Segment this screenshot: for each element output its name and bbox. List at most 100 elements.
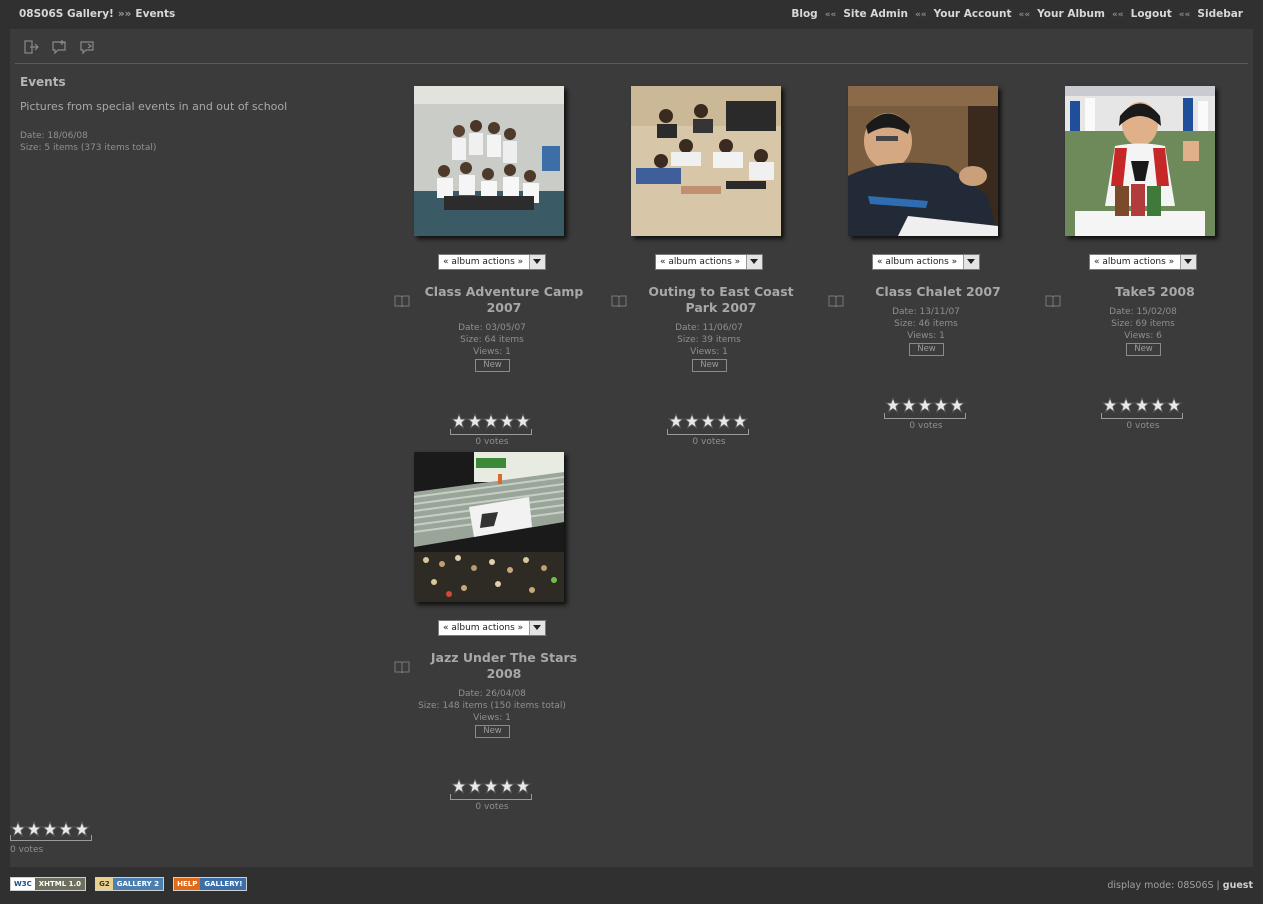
star-icon[interactable] bbox=[1166, 397, 1182, 413]
rating-stars[interactable] bbox=[885, 397, 965, 413]
album-item-title[interactable]: Class Chalet 2007 bbox=[848, 284, 1028, 300]
chevron-down-icon bbox=[529, 255, 545, 269]
star-icon[interactable] bbox=[901, 397, 917, 413]
nav-blog-link[interactable]: Blog bbox=[791, 8, 817, 20]
help-gallery-badge[interactable]: HELP GALLERY! bbox=[173, 877, 248, 891]
nav-site-admin-link[interactable]: Site Admin bbox=[843, 8, 908, 20]
nav-sidebar-link[interactable]: Sidebar bbox=[1197, 8, 1243, 20]
gallery2-badge[interactable]: G2 GALLERY 2 bbox=[95, 877, 164, 891]
nav-logout-link[interactable]: Logout bbox=[1131, 8, 1172, 20]
rating-stars[interactable] bbox=[451, 778, 531, 794]
album-item-views: Views: 1 bbox=[690, 347, 728, 357]
star-icon[interactable] bbox=[885, 397, 901, 413]
star-icon[interactable] bbox=[451, 413, 467, 429]
album-item-views: Views: 6 bbox=[1124, 331, 1162, 341]
star-icon[interactable] bbox=[467, 778, 483, 794]
nav-your-account-link[interactable]: Your Account bbox=[934, 8, 1012, 20]
exit-icon[interactable] bbox=[24, 39, 40, 59]
star-icon[interactable] bbox=[1118, 397, 1134, 413]
album-book-icon bbox=[394, 658, 410, 677]
display-mode: display mode: 08S06S | guest bbox=[1107, 880, 1253, 891]
star-icon[interactable] bbox=[1134, 397, 1150, 413]
star-icon[interactable] bbox=[732, 413, 748, 429]
rating-stars[interactable] bbox=[451, 413, 531, 429]
album-item-views: Views: 1 bbox=[473, 713, 511, 723]
album-actions-select[interactable]: « album actions » bbox=[438, 620, 546, 636]
album-item-votes: 0 votes bbox=[692, 437, 726, 447]
main-panel: Events Pictures from special events in a… bbox=[10, 29, 1253, 867]
album-actions-select[interactable]: « album actions » bbox=[655, 254, 763, 270]
star-icon[interactable] bbox=[917, 397, 933, 413]
breadcrumb-home-link[interactable]: 08S06S Gallery! bbox=[19, 8, 114, 20]
star-icon[interactable] bbox=[499, 778, 515, 794]
album-thumbnail[interactable] bbox=[848, 86, 998, 236]
star-icon[interactable] bbox=[668, 413, 684, 429]
album-thumbnail[interactable] bbox=[1065, 86, 1215, 236]
star-icon[interactable] bbox=[700, 413, 716, 429]
rating-bar bbox=[1101, 413, 1183, 419]
album-item-date: Date: 26/04/08 bbox=[458, 689, 526, 699]
album-item-title[interactable]: Jazz Under The Stars 2008 bbox=[414, 650, 594, 682]
breadcrumb-current[interactable]: Events bbox=[135, 8, 175, 20]
album-actions-select[interactable]: « album actions » bbox=[438, 254, 546, 270]
album-actions-select[interactable]: « album actions » bbox=[1089, 254, 1197, 270]
album-item-votes: 0 votes bbox=[475, 802, 509, 812]
album-item-votes: 0 votes bbox=[475, 437, 509, 447]
star-icon[interactable] bbox=[483, 778, 499, 794]
star-icon[interactable] bbox=[684, 413, 700, 429]
rating-bar bbox=[884, 413, 966, 419]
album-item-title[interactable]: Take5 2008 bbox=[1065, 284, 1245, 300]
album-book-icon bbox=[611, 292, 627, 311]
rating-stars[interactable] bbox=[1102, 397, 1182, 413]
chevron-down-icon bbox=[529, 621, 545, 635]
w3c-xhtml-badge[interactable]: W3C XHTML 1.0 bbox=[10, 877, 87, 891]
album-item-date: Date: 15/02/08 bbox=[1109, 307, 1177, 317]
album-item-size: Size: 46 items bbox=[894, 319, 958, 329]
breadcrumb-separator: »» bbox=[117, 8, 132, 20]
star-icon[interactable] bbox=[451, 778, 467, 794]
album-item-date: Date: 11/06/07 bbox=[675, 323, 743, 333]
album-thumbnail[interactable] bbox=[631, 86, 781, 236]
rating-bar bbox=[450, 794, 532, 800]
album-item-size: Size: 148 items (150 items total) bbox=[418, 701, 566, 711]
star-icon[interactable] bbox=[1102, 397, 1118, 413]
album-book-icon bbox=[394, 292, 410, 311]
star-icon[interactable] bbox=[933, 397, 949, 413]
nav-separator: «« bbox=[824, 10, 837, 20]
chevron-down-icon bbox=[963, 255, 979, 269]
new-badge: New bbox=[475, 725, 510, 738]
display-mode-label: display mode: 08S06S | bbox=[1107, 880, 1220, 891]
chevron-down-icon bbox=[1180, 255, 1196, 269]
nav-your-album-link[interactable]: Your Album bbox=[1037, 8, 1105, 20]
star-icon[interactable] bbox=[499, 413, 515, 429]
new-badge: New bbox=[692, 359, 727, 372]
rating-stars[interactable] bbox=[668, 413, 748, 429]
star-icon[interactable] bbox=[515, 778, 531, 794]
album-thumbnail[interactable] bbox=[414, 86, 564, 236]
star-icon[interactable] bbox=[467, 413, 483, 429]
footer-badges: W3C XHTML 1.0 G2 GALLERY 2 HELP GALLERY! bbox=[10, 877, 251, 896]
album-thumbnail[interactable] bbox=[414, 452, 564, 602]
star-icon[interactable] bbox=[949, 397, 965, 413]
new-badge: New bbox=[475, 359, 510, 372]
album-item-votes: 0 votes bbox=[1126, 421, 1160, 431]
divider bbox=[15, 63, 1248, 64]
album-item-size: Size: 39 items bbox=[677, 335, 741, 345]
comment-view-icon[interactable] bbox=[79, 39, 96, 59]
album-actions-select[interactable]: « album actions » bbox=[872, 254, 980, 270]
user-name[interactable]: guest bbox=[1223, 880, 1253, 891]
album-item-date: Date: 13/11/07 bbox=[892, 307, 960, 317]
album-item-title[interactable]: Outing to East Coast Park 2007 bbox=[631, 284, 811, 316]
page-rating-bar bbox=[10, 835, 92, 841]
album-size: Size: 5 items (373 items total) bbox=[20, 143, 157, 153]
star-icon[interactable] bbox=[716, 413, 732, 429]
star-icon[interactable] bbox=[483, 413, 499, 429]
album-item-date: Date: 03/05/07 bbox=[458, 323, 526, 333]
star-icon[interactable] bbox=[1150, 397, 1166, 413]
album-title: Events bbox=[20, 75, 66, 89]
album-item-views: Views: 1 bbox=[907, 331, 945, 341]
star-icon[interactable] bbox=[515, 413, 531, 429]
comment-add-icon[interactable] bbox=[51, 39, 68, 59]
album-item-title[interactable]: Class Adventure Camp 2007 bbox=[414, 284, 594, 316]
nav-separator: «« bbox=[1178, 10, 1191, 20]
